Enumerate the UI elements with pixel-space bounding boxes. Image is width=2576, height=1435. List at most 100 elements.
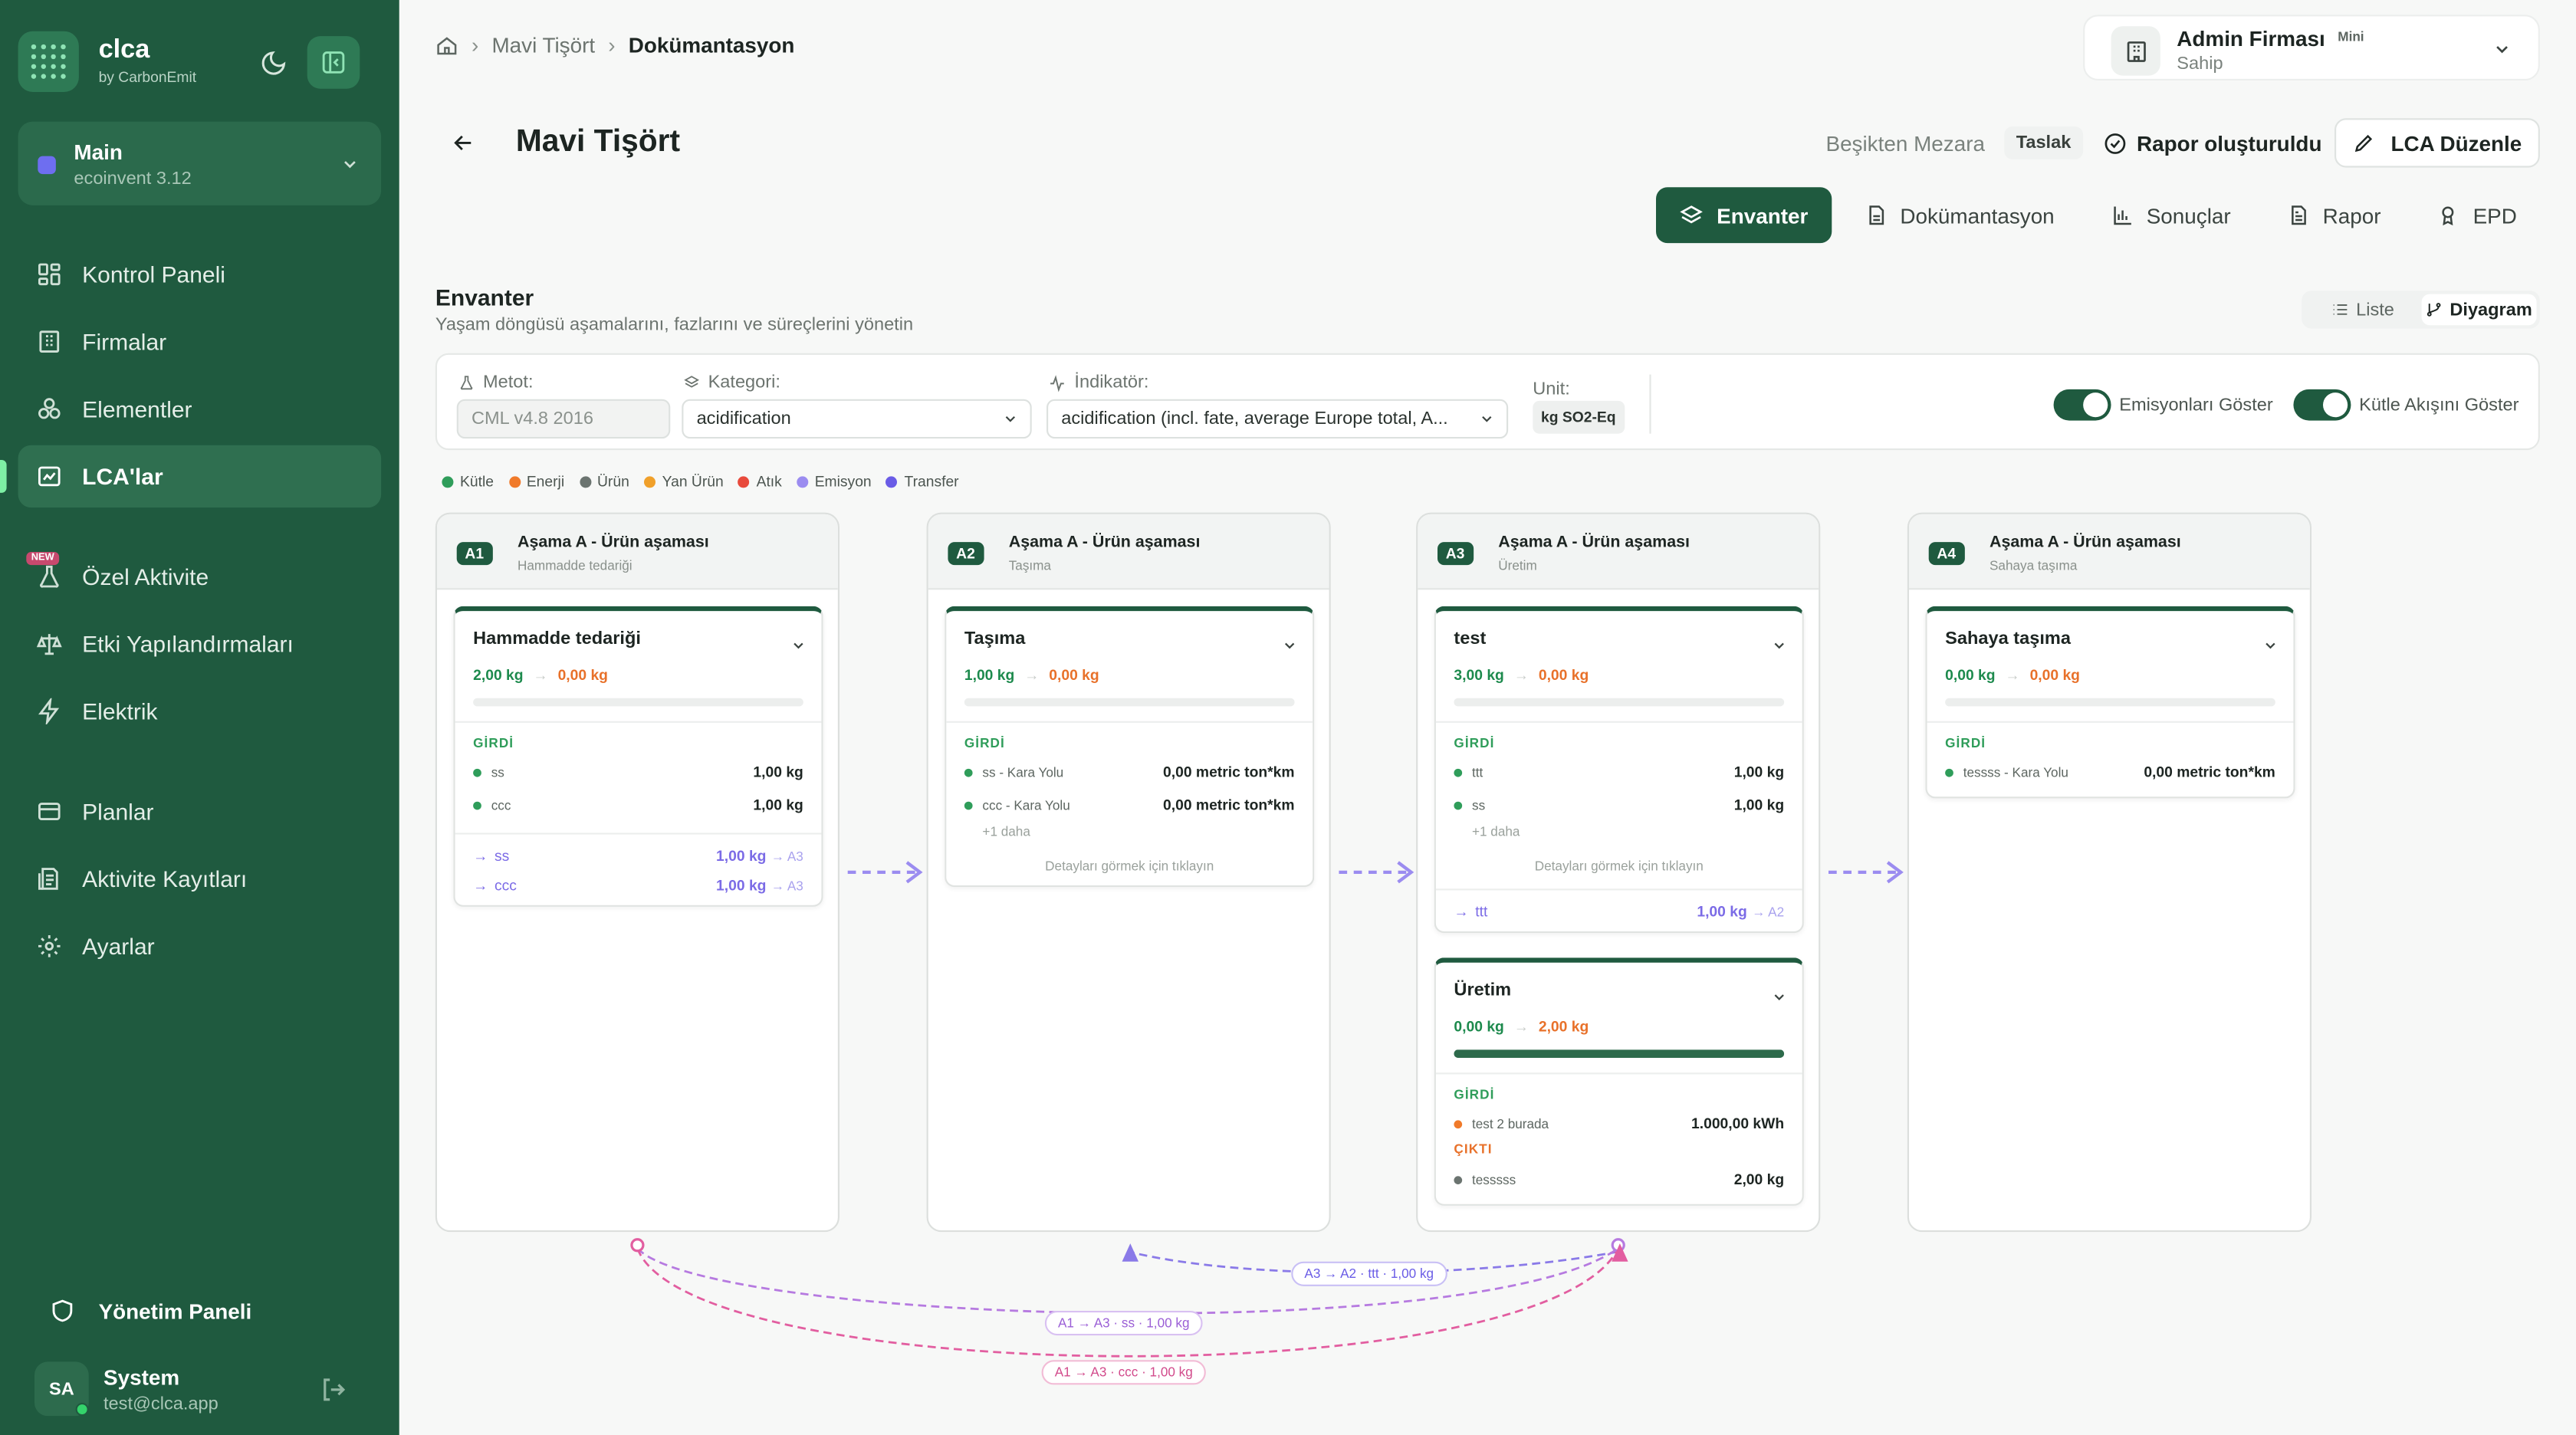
legend-label: Enerji <box>526 473 565 490</box>
app-logo[interactable] <box>18 31 79 93</box>
legend-label: Transfer <box>904 473 959 490</box>
firm-selector[interactable]: Admin Firması Mini Sahip <box>2083 15 2540 80</box>
expand-button[interactable] <box>1771 632 1787 662</box>
emissions-toggle[interactable]: Emisyonları Göster <box>2053 389 2273 421</box>
stage-header: A1 Aşama A - Ürün aşaması Hammadde tedariğ… <box>437 514 838 590</box>
mass-in: 1,00 kg <box>964 667 1015 684</box>
tab-label: Dokümantasyon <box>1900 202 2055 228</box>
activity-icon <box>1050 374 1064 392</box>
mass-flow-toggle[interactable]: Kütle Akışını Göster <box>2293 389 2518 421</box>
home-icon[interactable] <box>435 34 458 57</box>
view-list-button[interactable]: Liste <box>2305 294 2420 326</box>
arrow-right-icon: → <box>1454 903 1469 920</box>
sidebar-item-custom-activity[interactable]: Özel Aktivite <box>18 545 382 607</box>
transfer-target: → A2 <box>1752 904 1785 919</box>
category-select[interactable]: acidification <box>682 399 1032 439</box>
process-card[interactable]: Sahaya taşıma 0,00 kg → 0,00 kg GİRDİ tessss … <box>1925 606 2295 799</box>
edit-lca-label: LCA Düzenle <box>2390 130 2522 156</box>
view-diagram-label: Diyagram <box>2450 300 2532 320</box>
divider <box>1649 374 1651 434</box>
user-email: test@clca.app <box>104 1394 219 1414</box>
flow-dot <box>473 800 481 809</box>
flow-dot <box>964 800 973 809</box>
breadcrumb-item[interactable]: Mavi Tişört <box>491 33 595 57</box>
layers-icon <box>684 376 700 388</box>
collapse-sidebar-button[interactable] <box>307 36 360 89</box>
more-items[interactable]: +1 daha <box>982 825 1030 839</box>
transfer-link-label[interactable]: A1 → A3 · ccc · 1,00 kg <box>1041 1360 1206 1385</box>
tab-report[interactable]: Rapor <box>2264 187 2404 243</box>
details-hint[interactable]: Detayları görmek için tıklayın <box>946 859 1313 874</box>
tab-documentation[interactable]: Dokümantasyon <box>1841 187 2077 243</box>
sidebar-item-electricity[interactable]: Elektrik <box>18 680 382 742</box>
records-icon <box>38 868 58 890</box>
process-card[interactable]: test 3,00 kg → 0,00 kg GİRDİ ttt 1,00 kg ss 1,00… <box>1434 606 1804 934</box>
input-name: ss <box>1472 797 1486 813</box>
transfer-row[interactable]: → ss 1,00 kg → A3 <box>473 848 803 864</box>
back-button[interactable] <box>450 130 476 164</box>
input-row: ttt 1,00 kg <box>1454 763 1784 780</box>
mass-balance-bar <box>1945 698 2275 707</box>
section-title: Envanter <box>435 284 534 310</box>
logout-button[interactable] <box>319 1375 349 1413</box>
legend-dot <box>579 475 591 488</box>
transfer-row[interactable]: → ccc 1,00 kg → A3 <box>473 877 803 893</box>
lca-icon <box>38 466 61 487</box>
stage-subtitle: Taşıma <box>1008 558 1051 573</box>
sidebar-item-elements[interactable]: Elementler <box>18 378 382 440</box>
details-hint[interactable]: Detayları görmek için tıklayın <box>1436 859 1802 874</box>
stage-code-badge: A2 <box>948 542 984 566</box>
sidebar-item-plans[interactable]: Planlar <box>18 780 382 842</box>
divider <box>455 721 822 723</box>
sidebar-item-dashboard[interactable]: Kontrol Paneli <box>18 243 382 305</box>
view-diagram-button[interactable]: Diyagram <box>2420 294 2537 326</box>
mass-flow: 0,00 kg → 0,00 kg <box>1945 667 2080 683</box>
transfer-link-label[interactable]: A3 → A2 · ttt · 1,00 kg <box>1291 1261 1447 1286</box>
mass-balance-bar <box>1454 1049 1785 1058</box>
mass-in: 3,00 kg <box>1454 667 1504 684</box>
process-card[interactable]: Taşıma 1,00 kg → 0,00 kg GİRDİ ss - Kara Yolu… <box>945 606 1315 888</box>
chevron-down-icon <box>1774 642 1784 649</box>
expand-button[interactable] <box>1771 984 1787 1014</box>
tab-label: Sonuçlar <box>2146 202 2231 228</box>
indicator-select[interactable]: acidification (incl. fate, average Europ… <box>1046 399 1509 439</box>
sidebar-item-label: Aktivite Kayıtları <box>82 865 248 892</box>
mass-in: 0,00 kg <box>1945 667 1996 684</box>
view-list-label: Liste <box>2356 300 2394 320</box>
expand-button[interactable] <box>1281 632 1297 662</box>
tab-epd[interactable]: EPD <box>2413 187 2539 243</box>
workspace-selector[interactable]: Main ecoinvent 3.12 <box>18 121 382 205</box>
sidebar-item-impact-configs[interactable]: Etki Yapılandırmaları <box>18 612 382 675</box>
admin-panel-link[interactable]: Yönetim Paneli <box>33 1298 251 1324</box>
sidebar-item-firms[interactable]: Firmalar <box>18 310 382 373</box>
tab-results[interactable]: Sonuçlar <box>2088 187 2254 243</box>
transfer-name: ccc <box>495 877 517 894</box>
toggle-switch[interactable] <box>2053 389 2111 421</box>
input-row: ss - Kara Yolu 0,00 metric ton*km <box>964 763 1295 780</box>
process-card[interactable]: Üretim 0,00 kg → 2,00 kg GİRDİ test 2 burada 1… <box>1434 957 1804 1206</box>
transfer-row[interactable]: → ttt 1,00 kg → A2 <box>1454 904 1784 920</box>
theme-toggle-button[interactable] <box>246 36 299 89</box>
input-name: ss <box>491 764 504 780</box>
bolt-icon <box>38 698 60 724</box>
method-label: Metot: <box>458 373 534 392</box>
toggle-switch[interactable] <box>2293 389 2351 421</box>
sidebar-item-activity-records[interactable]: Aktivite Kayıtları <box>18 848 382 910</box>
sidebar-collapse-icon <box>322 51 345 74</box>
stage-column: A3 Aşama A - Ürün aşaması Üretim test 3,00 k… <box>1416 512 1821 1233</box>
tab-inventory[interactable]: Envanter <box>1655 187 1832 244</box>
sidebar-item-label: Planlar <box>82 798 154 825</box>
process-title: Sahaya taşıma <box>1945 629 2071 649</box>
workspace-database: ecoinvent 3.12 <box>74 169 192 189</box>
expand-button[interactable] <box>2262 632 2279 662</box>
sidebar-item-lcas[interactable]: LCA'lar <box>18 445 382 508</box>
shield-icon <box>52 1299 73 1322</box>
process-card[interactable]: Hammadde tedariği 2,00 kg → 0,00 kg GİRDİ ss 1… <box>453 606 823 907</box>
expand-button[interactable] <box>790 632 807 662</box>
more-items[interactable]: +1 daha <box>1472 825 1520 839</box>
legend-dot <box>442 475 454 488</box>
transfer-link-label[interactable]: A1 → A3 · ss · 1,00 kg <box>1044 1311 1203 1336</box>
edit-lca-button[interactable]: LCA Düzenle <box>2334 118 2540 168</box>
stage-name: Aşama A - Ürün aşaması <box>1990 534 2181 552</box>
sidebar-item-settings[interactable]: Ayarlar <box>18 915 382 977</box>
